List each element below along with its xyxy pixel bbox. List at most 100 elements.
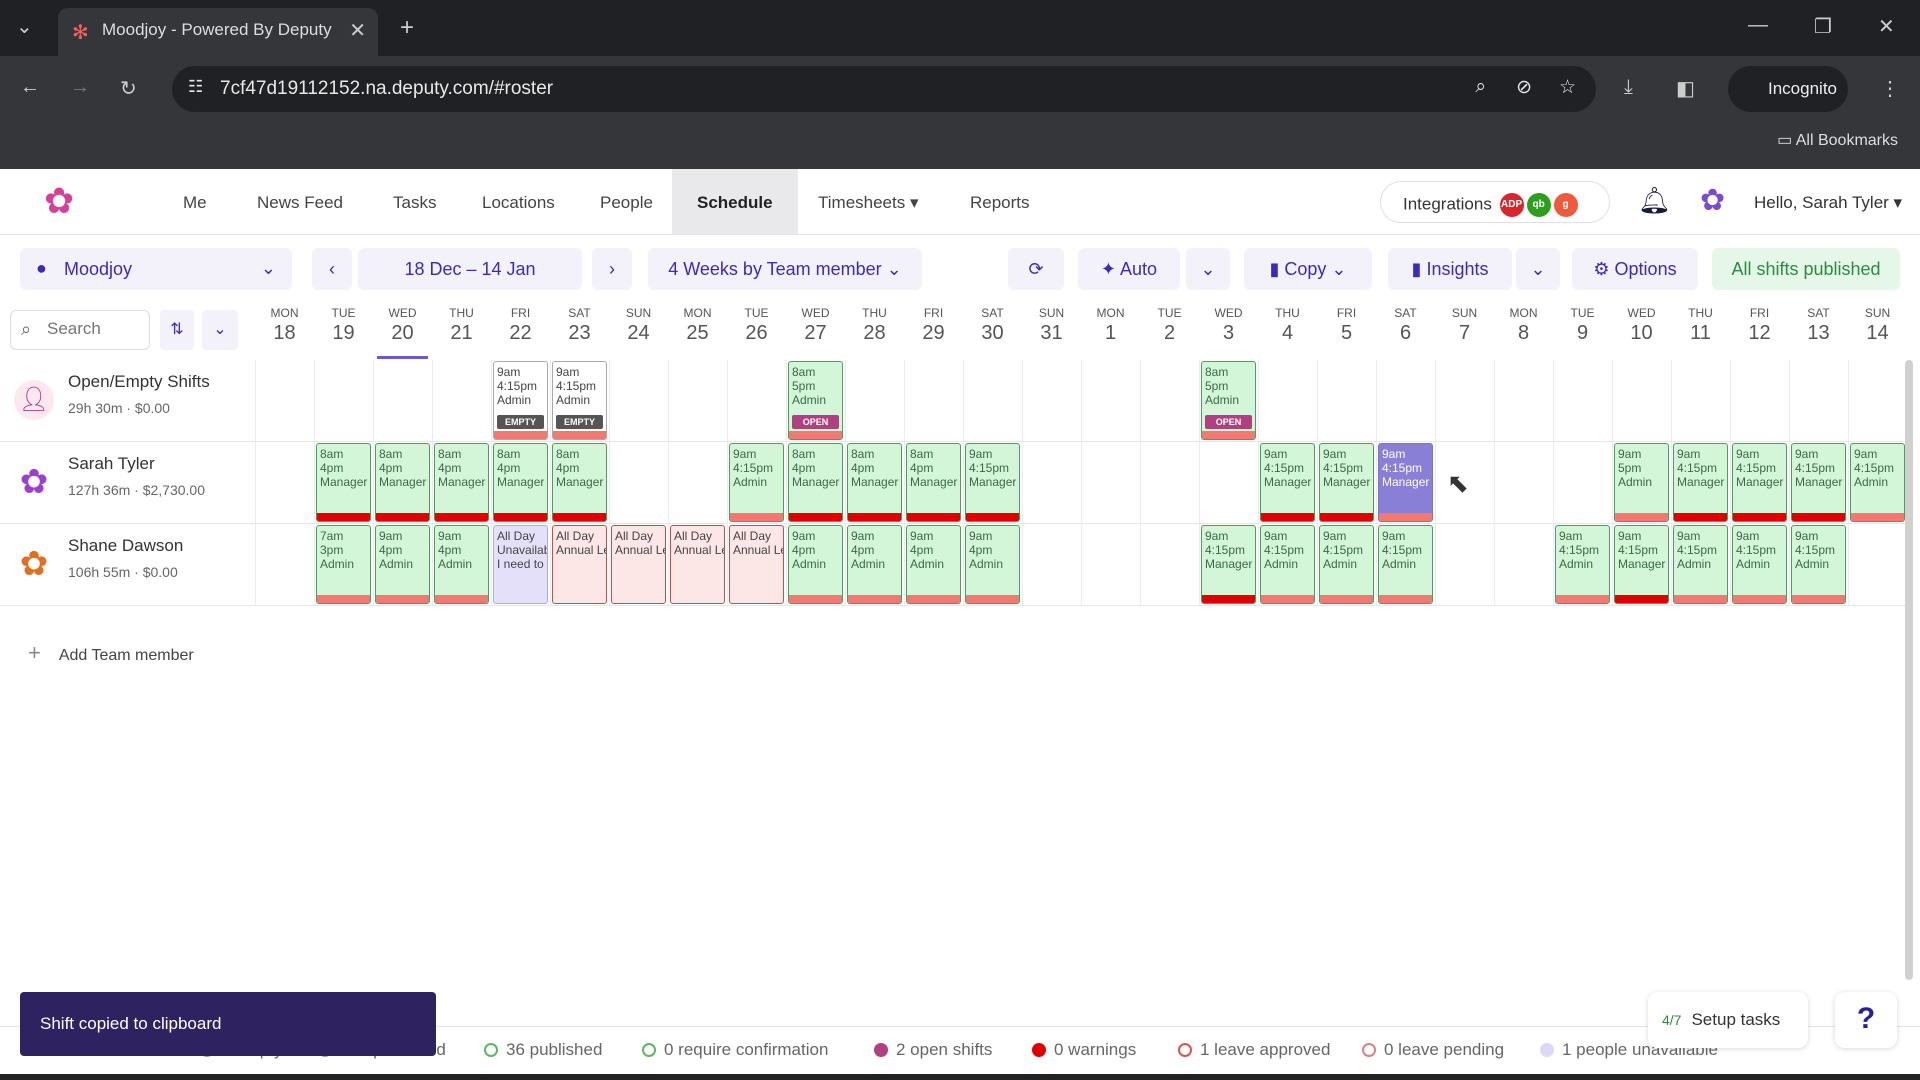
- shift-card[interactable]: 8am 4pm Manager: [552, 443, 607, 522]
- day-header[interactable]: WED 10: [1612, 306, 1671, 345]
- prev-period-button[interactable]: ‹: [312, 248, 352, 290]
- day-header[interactable]: SUN 24: [609, 306, 668, 345]
- day-header[interactable]: TUE 9: [1553, 306, 1612, 345]
- insights-dropdown-button[interactable]: ⌄: [1516, 248, 1560, 290]
- all-bookmarks[interactable]: ▭ All Bookmarks: [1777, 130, 1898, 150]
- team-member[interactable]: Open/Empty Shifts 29h 30m · $0.00: [68, 372, 210, 416]
- shift-card[interactable]: 9am 4:15pm Admin: [1378, 525, 1433, 604]
- nav-schedule[interactable]: Schedule: [672, 169, 798, 234]
- day-header[interactable]: WED 27: [786, 306, 845, 345]
- shift-card[interactable]: 9am 4:15pm Admin EMPTY: [493, 361, 548, 440]
- menu-icon[interactable]: ⋮: [1880, 76, 1900, 101]
- zoom-icon[interactable]: ⌕: [1475, 76, 1486, 98]
- user-avatar[interactable]: ✿: [1700, 183, 1725, 218]
- shift-card[interactable]: 9am 4pm Admin: [906, 525, 961, 604]
- incognito-badge[interactable]: Incognito: [1728, 66, 1848, 112]
- options-button[interactable]: ⚙ Options: [1572, 248, 1698, 290]
- shift-card[interactable]: 9am 4:15pm Admin: [1555, 525, 1610, 604]
- shift-card[interactable]: 8am 4pm Manager: [316, 443, 371, 522]
- day-header[interactable]: FRI 12: [1730, 306, 1789, 345]
- reload-icon[interactable]: ↻: [120, 76, 137, 101]
- url-input[interactable]: ☷ 7cf47d19112152.na.deputy.com/#roster ⌕…: [172, 66, 1596, 112]
- nav-people[interactable]: People: [600, 169, 653, 234]
- shift-card[interactable]: 8am 5pm Admin OPEN: [1201, 361, 1256, 440]
- shift-card[interactable]: 9am 4:15pm Manager: [1732, 443, 1787, 522]
- location-select[interactable]: ● Moodjoy ⌄: [20, 248, 292, 290]
- shift-card[interactable]: 8am 4pm Manager: [788, 443, 843, 522]
- insights-button[interactable]: ▮ Insights: [1388, 248, 1512, 290]
- day-header[interactable]: WED 20: [373, 306, 432, 359]
- new-tab-icon[interactable]: +: [400, 14, 414, 42]
- shift-card[interactable]: 9am 4pm Admin: [965, 525, 1020, 604]
- minimize-icon[interactable]: —: [1748, 14, 1768, 37]
- side-panel-icon[interactable]: ◧: [1676, 76, 1695, 101]
- integrations-button[interactable]: Integrations ADP qb g: [1380, 181, 1610, 223]
- day-header[interactable]: MON 25: [668, 306, 727, 345]
- leave-block[interactable]: All DayAnnual Leave: [729, 525, 784, 604]
- day-header[interactable]: THU 4: [1258, 306, 1317, 345]
- day-header[interactable]: FRI 29: [904, 306, 963, 345]
- day-header[interactable]: SAT 6: [1376, 306, 1435, 345]
- leave-block[interactable]: All DayAnnual Leave: [670, 525, 725, 604]
- site-info-icon[interactable]: ☷: [188, 77, 203, 97]
- shift-card[interactable]: 9am 4:15pm Admin: [729, 443, 784, 522]
- day-header[interactable]: WED 3: [1199, 306, 1258, 345]
- day-header[interactable]: FRI 22: [491, 306, 550, 345]
- restore-icon[interactable]: ❐: [1814, 14, 1832, 39]
- copy-button[interactable]: ▮ Copy ⌄: [1244, 248, 1372, 290]
- nav-me[interactable]: Me: [183, 169, 207, 234]
- shift-card[interactable]: 8am 5pm Admin OPEN: [788, 361, 843, 440]
- nav-reports[interactable]: Reports: [970, 169, 1030, 234]
- star-icon[interactable]: ☆: [1559, 76, 1576, 99]
- user-menu[interactable]: Hello, Sarah Tyler ▾: [1754, 193, 1902, 213]
- unavailability-block[interactable]: All DayUnavailableI need to: [493, 525, 548, 604]
- day-header[interactable]: THU 11: [1671, 306, 1730, 345]
- day-header[interactable]: SAT 13: [1789, 306, 1848, 345]
- shift-card[interactable]: 8am 4pm Manager: [847, 443, 902, 522]
- day-header[interactable]: SUN 31: [1022, 306, 1081, 345]
- notification-bell-icon[interactable]: 🔔︎: [1638, 185, 1671, 216]
- add-team-member-button[interactable]: + Add Team member: [28, 640, 194, 666]
- shift-card[interactable]: 9am 4:15pm Admin: [1673, 525, 1728, 604]
- eye-off-icon[interactable]: ⊘: [1516, 76, 1532, 99]
- auto-button[interactable]: ✦ Auto: [1078, 248, 1180, 290]
- auto-dropdown-button[interactable]: ⌄: [1186, 248, 1230, 290]
- day-header[interactable]: FRI 5: [1317, 306, 1376, 345]
- shift-card[interactable]: 8am 4pm Manager: [434, 443, 489, 522]
- refresh-button[interactable]: ⟳: [1008, 248, 1064, 290]
- setup-tasks-button[interactable]: 4/7 Setup tasks: [1648, 992, 1808, 1048]
- scrollbar[interactable]: [1905, 360, 1913, 980]
- shift-card[interactable]: 9am 4:15pm Admin EMPTY: [552, 361, 607, 440]
- leave-block[interactable]: All DayAnnual Leave: [611, 525, 666, 604]
- nav-tasks[interactable]: Tasks: [393, 169, 436, 234]
- day-header[interactable]: MON 1: [1081, 306, 1140, 345]
- shift-card[interactable]: 9am 4:15pm Admin: [1319, 525, 1374, 604]
- shift-card[interactable]: 9am 4pm Admin: [847, 525, 902, 604]
- day-header[interactable]: SAT 23: [550, 306, 609, 345]
- day-header[interactable]: TUE 2: [1140, 306, 1199, 345]
- forward-icon[interactable]: →: [70, 76, 90, 99]
- shift-card[interactable]: 9am 4:15pm Admin: [1850, 443, 1905, 522]
- shift-card[interactable]: 8am 4pm Manager: [493, 443, 548, 522]
- sort-dropdown-button[interactable]: ⌄: [202, 310, 238, 350]
- day-header[interactable]: MON 8: [1494, 306, 1553, 345]
- day-header[interactable]: SUN 7: [1435, 306, 1494, 345]
- search-input[interactable]: ⌕: [10, 310, 150, 350]
- sort-button[interactable]: ⇅: [160, 310, 194, 350]
- next-period-button[interactable]: ›: [592, 248, 632, 290]
- shift-card[interactable]: 9am 4:15pm Manager: [1260, 443, 1315, 522]
- shift-card[interactable]: 9am 4:15pm Admin: [1732, 525, 1787, 604]
- nav-timesheets[interactable]: Timesheets ▾: [818, 169, 919, 234]
- day-header[interactable]: TUE 26: [727, 306, 786, 345]
- help-button[interactable]: ?: [1835, 992, 1897, 1048]
- nav-news-feed[interactable]: News Feed: [257, 169, 343, 234]
- day-header[interactable]: MON 18: [255, 306, 314, 345]
- shift-card[interactable]: 9am 4:15pm Admin: [1260, 525, 1315, 604]
- shift-card[interactable]: 9am 4:15pm Manager: [1791, 443, 1846, 522]
- shift-card[interactable]: 9am 4:15pm Manager: [1614, 525, 1669, 604]
- nav-locations[interactable]: Locations: [482, 169, 555, 234]
- shift-card[interactable]: 9am 4pm Admin: [788, 525, 843, 604]
- back-icon[interactable]: ←: [20, 76, 40, 99]
- shift-card[interactable]: 8am 4pm Manager: [375, 443, 430, 522]
- shift-card[interactable]: 9am 4:15pm Manager: [1201, 525, 1256, 604]
